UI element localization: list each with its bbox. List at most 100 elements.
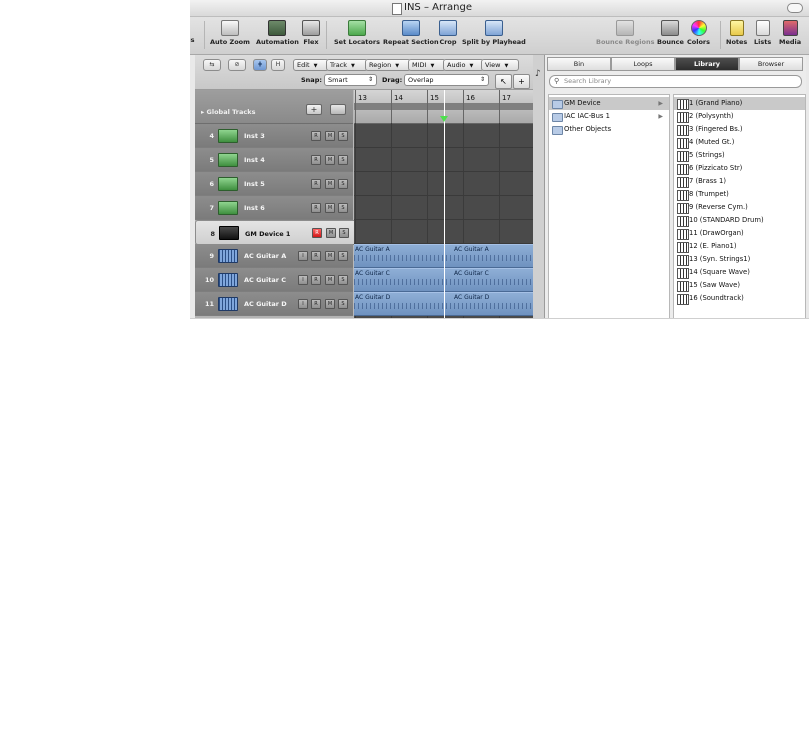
track-input-button[interactable]: I bbox=[298, 275, 308, 285]
edit-menu[interactable]: Edit ▼ bbox=[293, 59, 329, 71]
media-button[interactable]: Media bbox=[779, 20, 801, 46]
track-mute-button[interactable]: M bbox=[325, 251, 335, 261]
library-device-item[interactable]: Other Objects bbox=[549, 123, 669, 136]
crop-button[interactable]: Crop bbox=[439, 20, 457, 46]
mini-button-2[interactable]: ⊘ bbox=[228, 59, 246, 71]
library-patch-item[interactable]: 6 (Pizzicato Str) bbox=[674, 162, 805, 175]
track-solo-button[interactable]: S bbox=[338, 131, 348, 141]
toolbar-partial-label[interactable]: gs bbox=[190, 36, 195, 44]
crosshair-tool-icon[interactable]: + bbox=[513, 74, 530, 89]
track-menu[interactable]: Track ▼ bbox=[326, 59, 368, 71]
track-name[interactable]: Inst 3 bbox=[244, 132, 265, 140]
pointer-tool-icon[interactable]: ↖ bbox=[495, 74, 512, 89]
track-mute-button[interactable]: M bbox=[325, 179, 335, 189]
tab-library[interactable]: Library bbox=[675, 57, 739, 71]
flex-button[interactable]: Flex bbox=[302, 20, 320, 46]
track-record-button[interactable]: R bbox=[311, 299, 321, 309]
global-tracks-header[interactable]: ▸ Global Tracks + bbox=[195, 90, 353, 124]
track-record-button[interactable]: R bbox=[312, 228, 322, 238]
library-patch-item[interactable]: 12 (E. Piano1) bbox=[674, 240, 805, 253]
playhead-marker-icon[interactable] bbox=[440, 116, 448, 122]
track-mute-button[interactable]: M bbox=[325, 275, 335, 285]
library-patch-item[interactable]: 2 (Polysynth) bbox=[674, 110, 805, 123]
track-name[interactable]: Inst 6 bbox=[244, 204, 265, 212]
track-record-button[interactable]: R bbox=[311, 179, 321, 189]
library-patch-item[interactable]: 10 (STANDARD Drum) bbox=[674, 214, 805, 227]
view-menu[interactable]: View ▼ bbox=[481, 59, 519, 71]
midi-menu[interactable]: MIDI ▼ bbox=[408, 59, 446, 71]
library-patch-item[interactable]: 7 (Brass 1) bbox=[674, 175, 805, 188]
track-row[interactable]: 6 Inst 5 RMS bbox=[195, 172, 353, 196]
library-patch-item[interactable]: 3 (Fingered Bs.) bbox=[674, 123, 805, 136]
bounce-regions-button[interactable]: Bounce Regions bbox=[596, 20, 654, 46]
notes-button[interactable]: Notes bbox=[726, 20, 747, 46]
library-patch-item[interactable]: 16 (Soundtrack) bbox=[674, 292, 805, 305]
library-device-item[interactable]: IAC IAC-Bus 1 ▶ bbox=[549, 110, 669, 123]
track-mute-button[interactable]: M bbox=[325, 131, 335, 141]
track-options-button[interactable] bbox=[330, 104, 346, 115]
playhead-line[interactable] bbox=[444, 90, 445, 318]
snap-select[interactable]: Smart ⇕ bbox=[324, 74, 377, 86]
library-patch-item[interactable]: 8 (Trumpet) bbox=[674, 188, 805, 201]
track-name[interactable]: Inst 4 bbox=[244, 156, 265, 164]
track-solo-button[interactable]: S bbox=[338, 155, 348, 165]
library-patch-item[interactable]: 9 (Reverse Cym.) bbox=[674, 201, 805, 214]
tab-bin[interactable]: Bin bbox=[547, 57, 611, 71]
library-search-field[interactable]: ⚲ Search Library bbox=[549, 75, 802, 88]
track-record-button[interactable]: R bbox=[311, 131, 321, 141]
track-solo-button[interactable]: S bbox=[338, 203, 348, 213]
track-name[interactable]: Inst 5 bbox=[244, 180, 265, 188]
track-name[interactable]: AC Guitar C bbox=[244, 276, 286, 284]
track-record-button[interactable]: R bbox=[311, 275, 321, 285]
repeat-section-button[interactable]: Repeat Section bbox=[383, 20, 439, 46]
track-solo-button[interactable]: S bbox=[338, 179, 348, 189]
drag-select[interactable]: Overlap ⇕ bbox=[404, 74, 489, 86]
bounce-button[interactable]: Bounce bbox=[657, 20, 684, 46]
track-row[interactable]: 7 Inst 6 RMS bbox=[195, 196, 353, 220]
track-name[interactable]: GM Device 1 bbox=[245, 229, 290, 239]
toolbar-toggle-button[interactable] bbox=[787, 3, 803, 13]
split-by-playhead-button[interactable]: Split by Playhead bbox=[462, 20, 526, 46]
track-record-button[interactable]: R bbox=[311, 155, 321, 165]
automation-button[interactable]: Automation bbox=[256, 20, 299, 46]
tab-browser[interactable]: Browser bbox=[739, 57, 803, 71]
library-patch-item[interactable]: 11 (DrawOrgan) bbox=[674, 227, 805, 240]
track-name[interactable]: AC Guitar A bbox=[244, 252, 286, 260]
tab-loops[interactable]: Loops bbox=[611, 57, 675, 71]
track-row[interactable]: 9 AC Guitar A IRMS bbox=[195, 244, 353, 268]
library-patch-item[interactable]: 13 (Syn. Strings1) bbox=[674, 253, 805, 266]
track-input-button[interactable]: I bbox=[298, 251, 308, 261]
mini-button-1[interactable]: ⇆ bbox=[203, 59, 221, 71]
auto-zoom-button[interactable]: Auto Zoom bbox=[210, 20, 250, 46]
track-row[interactable]: 10 AC Guitar C IRMS bbox=[195, 268, 353, 292]
track-mute-button[interactable]: M bbox=[325, 203, 335, 213]
track-solo-button[interactable]: S bbox=[338, 299, 348, 309]
track-input-button[interactable]: I bbox=[298, 299, 308, 309]
track-mute-button[interactable]: M bbox=[325, 299, 335, 309]
lists-button[interactable]: Lists bbox=[754, 20, 771, 46]
library-patch-item[interactable]: 4 (Muted Gt.) bbox=[674, 136, 805, 149]
library-patch-item[interactable]: 14 (Square Wave) bbox=[674, 266, 805, 279]
track-solo-button[interactable]: S bbox=[338, 275, 348, 285]
library-patch-item[interactable]: 5 (Strings) bbox=[674, 149, 805, 162]
region-menu[interactable]: Region ▼ bbox=[365, 59, 411, 71]
track-record-button[interactable]: R bbox=[311, 251, 321, 261]
mini-button-3[interactable]: ⋕ bbox=[253, 59, 267, 71]
track-mute-button[interactable]: M bbox=[325, 155, 335, 165]
library-patch-item[interactable]: 1 (Grand Piano) bbox=[674, 97, 805, 110]
track-record-button[interactable]: R bbox=[311, 203, 321, 213]
library-device-item[interactable]: GM Device ▶ bbox=[549, 97, 669, 110]
track-row[interactable]: 11 AC Guitar D IRMS bbox=[195, 292, 353, 316]
mini-button-4[interactable]: H bbox=[271, 59, 285, 71]
add-track-button[interactable]: + bbox=[306, 104, 322, 115]
track-row[interactable]: 5 Inst 4 RMS bbox=[195, 148, 353, 172]
track-mute-button[interactable]: M bbox=[326, 228, 336, 238]
track-row[interactable]: 8 GM Device 1 RMS bbox=[195, 220, 358, 245]
track-name[interactable]: AC Guitar D bbox=[244, 300, 287, 308]
track-solo-button[interactable]: S bbox=[339, 228, 349, 238]
track-solo-button[interactable]: S bbox=[338, 251, 348, 261]
track-row[interactable]: 4 Inst 3 RMS bbox=[195, 124, 353, 148]
set-locators-button[interactable]: Set Locators bbox=[334, 20, 380, 46]
library-patch-item[interactable]: 15 (Saw Wave) bbox=[674, 279, 805, 292]
colors-button[interactable]: Colors bbox=[687, 20, 710, 46]
